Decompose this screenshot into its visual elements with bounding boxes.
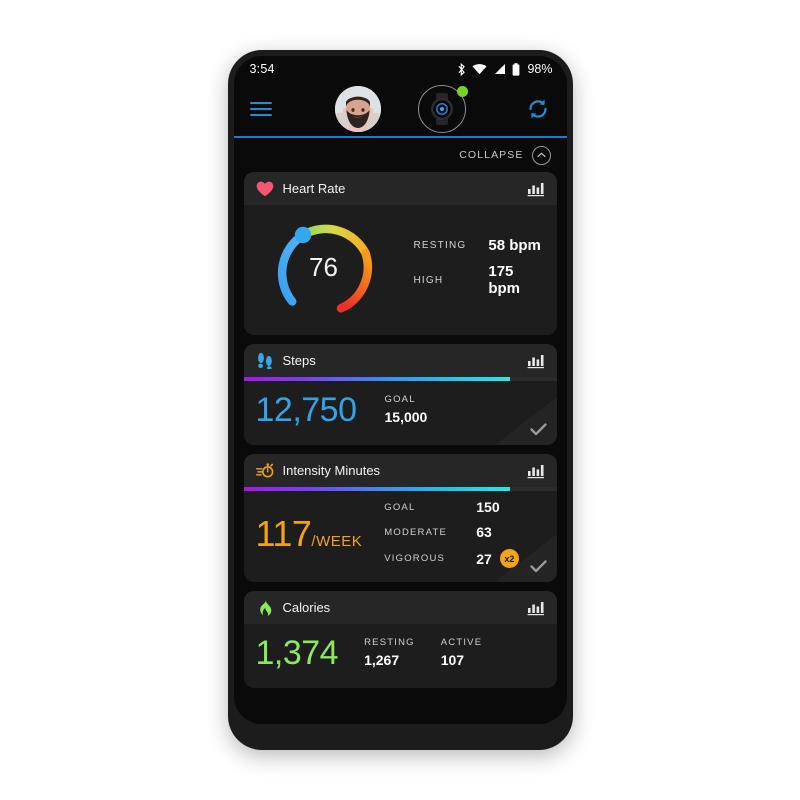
bar-chart-icon[interactable]: [527, 181, 545, 197]
hr-resting-label: RESTING: [413, 240, 467, 251]
battery-percent: 98%: [527, 62, 553, 76]
steps-value: 12,750: [255, 391, 358, 429]
steps-goal-label: GOAL: [384, 394, 416, 405]
heart-rate-gauge: 76: [272, 215, 376, 319]
card-calories[interactable]: Calories 1,374 RESTING 1,267 ACTIVE 107: [243, 591, 557, 688]
card-calories-body: 1,374 RESTING 1,267 ACTIVE 107: [244, 624, 557, 688]
stopwatch-icon: [255, 462, 274, 480]
calories-active-block: ACTIVE 107: [441, 637, 483, 670]
checkmark-icon: [529, 560, 547, 573]
calories-resting-block: RESTING 1,267: [364, 637, 415, 670]
wifi-icon: [472, 64, 487, 75]
calories-active-label: ACTIVE: [440, 637, 483, 648]
steps-goal-value: 15,000: [384, 409, 428, 425]
collapse-row[interactable]: COLLAPSE: [244, 138, 557, 172]
calories-resting-label: RESTING: [364, 637, 415, 648]
sync-refresh-icon[interactable]: [525, 96, 551, 122]
status-bar: 3:54 98%: [234, 56, 567, 82]
bar-chart-icon[interactable]: [527, 600, 545, 616]
intensity-value-block: 117/WEEK: [255, 512, 363, 554]
heart-icon: [256, 180, 274, 198]
bluetooth-icon: [459, 62, 466, 76]
card-calories-header: Calories: [243, 591, 557, 624]
card-intensity-minutes[interactable]: Intensity Minutes 117/WEEK GOAL 150 MODE…: [243, 454, 557, 582]
hr-resting-value: 58 bpm: [488, 237, 541, 254]
card-steps-title: Steps: [282, 353, 316, 368]
phone-screen: 3:54 98% COLLAPSE Heart Rate 76 RESTING …: [233, 56, 567, 724]
intensity-value: 117: [255, 512, 312, 554]
checkmark-icon: [529, 423, 547, 436]
heart-rate-value: 76: [309, 251, 338, 282]
flame-icon: [256, 599, 274, 617]
card-intensity-minutes-title: Intensity Minutes: [282, 463, 381, 478]
intensity-progress-bar: [243, 487, 557, 491]
card-heart-rate-title: Heart Rate: [282, 181, 346, 196]
card-steps-header: Steps: [243, 344, 557, 377]
intensity-goal-label: GOAL: [384, 501, 416, 513]
intensity-vigorous-label: VIGOROUS: [384, 553, 446, 564]
status-icons: 98%: [457, 62, 553, 76]
hr-high-value: 175 bpm: [488, 263, 521, 297]
battery-icon: [513, 62, 520, 76]
card-intensity-minutes-header: Intensity Minutes: [243, 454, 557, 487]
footprints-icon: [256, 352, 274, 370]
card-steps[interactable]: Steps 12,750 GOAL 15,000: [243, 344, 557, 445]
hr-high-label: HIGH: [413, 274, 444, 286]
app-bar: [234, 82, 567, 136]
calories-active-value: 107: [440, 652, 465, 668]
screenshot-stage: 3:54 98% COLLAPSE Heart Rate 76 RESTING …: [0, 0, 800, 800]
card-heart-rate-header: Heart Rate: [243, 172, 557, 205]
intensity-vigorous-number: 27: [476, 550, 492, 567]
calories-value: 1,374: [255, 634, 339, 672]
steps-goal-block: GOAL 15,000: [385, 394, 428, 427]
user-avatar[interactable]: [335, 86, 381, 132]
intensity-moderate-label: MODERATE: [384, 526, 447, 538]
card-heart-rate-body: 76 RESTING 58 bpm HIGH 175 bpm: [244, 205, 557, 335]
intensity-unit: /WEEK: [311, 532, 363, 550]
calories-resting-value: 1,267: [364, 652, 400, 668]
chevron-up-icon[interactable]: [531, 145, 551, 165]
heart-rate-stats: RESTING 58 bpm HIGH 175 bpm: [414, 237, 545, 297]
bar-chart-icon[interactable]: [527, 463, 545, 479]
watch-icon: [431, 93, 453, 125]
intensity-progress-fill: [243, 487, 510, 491]
steps-goal-met-corner: [494, 397, 557, 445]
collapse-label: COLLAPSE: [459, 149, 524, 161]
card-heart-rate[interactable]: Heart Rate 76 RESTING 58 bpm HIGH 175 bp…: [243, 172, 557, 335]
phone-frame: 3:54 98% COLLAPSE Heart Rate 76 RESTING …: [227, 50, 573, 750]
device-connected-dot: [457, 86, 468, 97]
steps-progress-bar: [243, 377, 557, 381]
intensity-goal-met-corner: [494, 534, 557, 582]
intensity-goal-value: 150: [476, 499, 500, 515]
cellular-signal-icon: [495, 64, 506, 74]
card-calories-title: Calories: [282, 600, 331, 615]
dashboard-content: COLLAPSE Heart Rate 76 RESTING 58 bpm HI…: [233, 138, 567, 724]
steps-progress-fill: [243, 377, 510, 381]
status-clock: 3:54: [249, 62, 275, 76]
paired-watch[interactable]: [418, 85, 468, 133]
bar-chart-icon[interactable]: [527, 353, 545, 369]
hamburger-menu-icon[interactable]: [249, 101, 272, 117]
